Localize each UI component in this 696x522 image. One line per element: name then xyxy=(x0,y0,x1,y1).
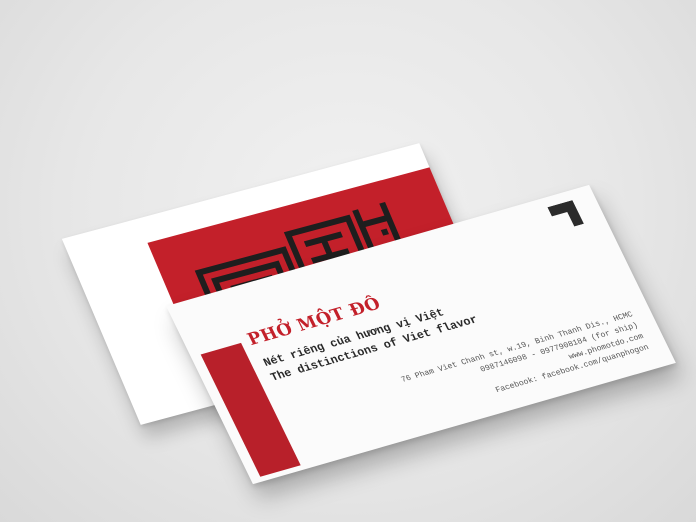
corner-bracket-icon xyxy=(547,200,584,227)
business-card-mockup: PHỞ MỘT ĐÔ Nét riêng của hương vị Việt T… xyxy=(0,0,696,522)
